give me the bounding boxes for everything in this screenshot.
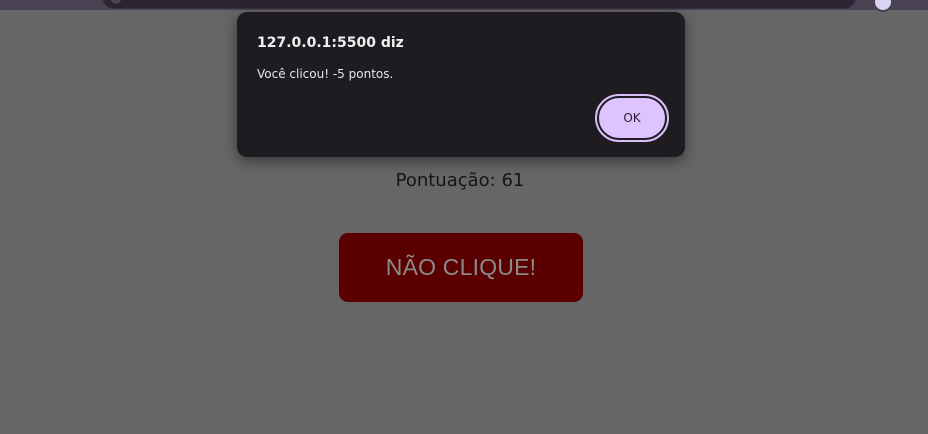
ok-button[interactable]: OK <box>595 94 669 142</box>
site-info-icon[interactable] <box>111 0 121 4</box>
dont-click-button[interactable]: NÃO CLIQUE! <box>339 233 583 302</box>
score-label: Pontuação: 61 <box>395 170 525 191</box>
browser-toolbar <box>0 0 928 12</box>
alert-message: Você clicou! -5 pontos. <box>257 67 394 81</box>
profile-icon[interactable] <box>873 0 893 12</box>
address-bar[interactable] <box>103 0 855 8</box>
alert-title: 127.0.0.1:5500 diz <box>257 35 404 51</box>
alert-dialog: 127.0.0.1:5500 diz Você clicou! -5 ponto… <box>237 12 685 157</box>
